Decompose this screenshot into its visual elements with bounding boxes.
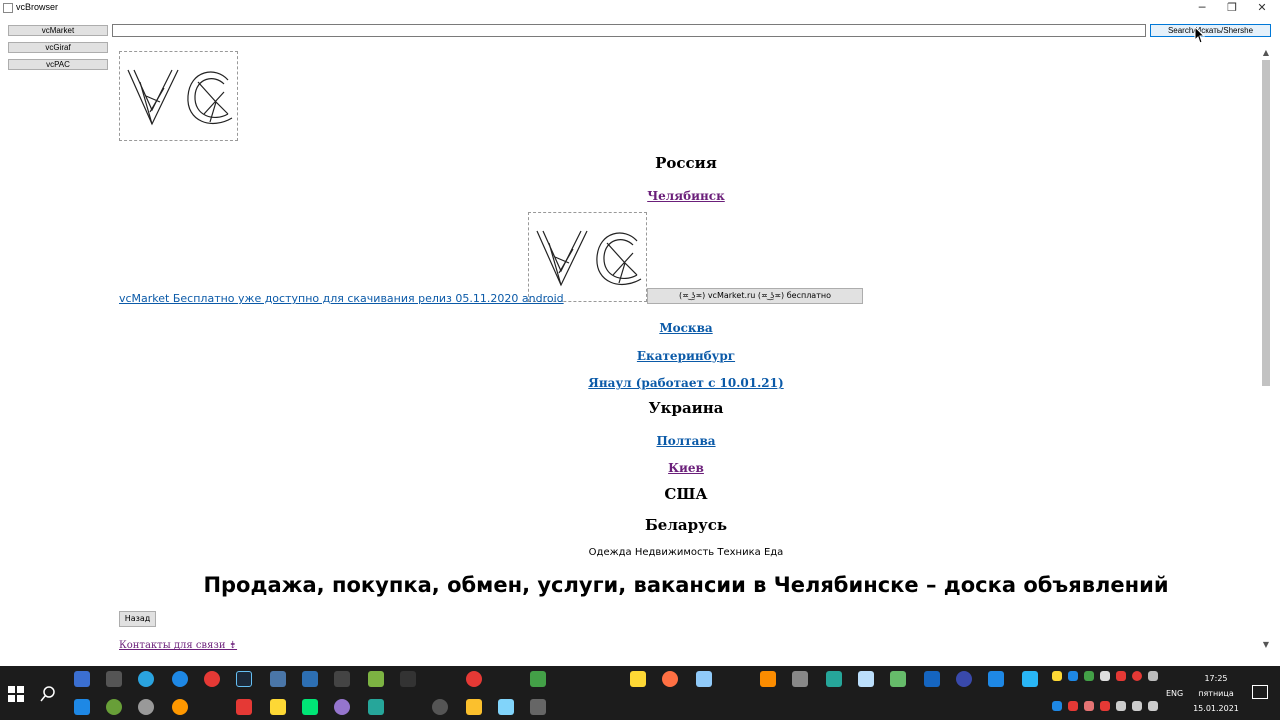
app-icon[interactable] xyxy=(858,671,874,687)
city-link-poltava[interactable]: Полтава xyxy=(656,434,715,448)
app-icon[interactable] xyxy=(988,671,1004,687)
app-icon[interactable] xyxy=(696,671,712,687)
folder-icon[interactable] xyxy=(466,699,482,715)
vk-icon[interactable] xyxy=(270,671,286,687)
close-icon[interactable]: ✕ xyxy=(1247,0,1277,16)
telegram-icon[interactable] xyxy=(138,671,154,687)
tray-icon[interactable] xyxy=(1116,701,1126,711)
back-button[interactable]: Назад xyxy=(119,611,156,627)
clock-time[interactable]: 17:25 xyxy=(1196,674,1236,683)
city-link-moscow[interactable]: Москва xyxy=(659,321,712,335)
app-icon[interactable] xyxy=(302,671,318,687)
app-icon[interactable] xyxy=(368,699,384,715)
vcpac-button[interactable]: vcPAC xyxy=(8,59,108,70)
search-icon[interactable] xyxy=(38,684,58,704)
page-content: Россия Челябинск vcMarket Бесплатно уже … xyxy=(113,46,1259,652)
app-icon[interactable] xyxy=(138,699,154,715)
tray-icon[interactable] xyxy=(1148,671,1158,681)
tray-icon[interactable] xyxy=(1132,671,1142,681)
vcgiraf-button[interactable]: vcGiraf xyxy=(8,42,108,53)
scroll-down-icon[interactable]: ▼ xyxy=(1261,640,1271,650)
app-icon[interactable] xyxy=(530,671,546,687)
tray-icon[interactable] xyxy=(1084,701,1094,711)
app-icon[interactable] xyxy=(662,671,678,687)
country-belarus: Беларусь xyxy=(644,516,728,534)
vc-logo-secondary-icon xyxy=(536,230,642,287)
tray-icon[interactable] xyxy=(1100,671,1110,681)
chrome-icon[interactable] xyxy=(204,671,220,687)
mouse-cursor-icon xyxy=(1194,26,1206,44)
app-icon[interactable] xyxy=(74,699,90,715)
app-icon[interactable] xyxy=(106,699,122,715)
taskbar: ENG 17:25 пятница 15.01.2021 xyxy=(0,666,1280,720)
country-ukraine: Украина xyxy=(648,399,724,417)
vc-logo-secondary[interactable] xyxy=(528,212,647,302)
contacts-link[interactable]: Контакты для связи ⇟ xyxy=(119,640,237,651)
app-icon[interactable] xyxy=(890,671,906,687)
tray-icon[interactable] xyxy=(1100,701,1110,711)
app-icon[interactable] xyxy=(302,699,318,715)
save-app-icon[interactable] xyxy=(74,671,90,687)
country-russia: Россия xyxy=(655,154,717,172)
app-icon xyxy=(3,3,13,13)
network-icon[interactable] xyxy=(1148,701,1158,711)
volume-icon[interactable] xyxy=(1132,701,1142,711)
country-usa: США xyxy=(664,485,708,503)
app-icon[interactable] xyxy=(236,699,252,715)
tray-icon[interactable] xyxy=(1052,671,1062,681)
tray-icon[interactable] xyxy=(1084,671,1094,681)
city-link-ekaterinburg[interactable]: Екатеринбург xyxy=(637,349,735,363)
address-input[interactable] xyxy=(112,24,1146,37)
title-bar: vcBrowser ─ ❐ ✕ xyxy=(0,0,1280,16)
scroll-thumb[interactable] xyxy=(1262,60,1270,386)
window-title: vcBrowser xyxy=(16,2,59,12)
page-headline: Продажа, покупка, обмен, услуги, ваканси… xyxy=(203,573,1169,597)
vcmarket-button[interactable]: vcMarket xyxy=(8,25,108,36)
vcmarket-site-button[interactable]: (≖ ͜ʖ≖) vcMarket.ru (≖ ͜ʖ≖) бесплатно xyxy=(647,288,863,304)
app-icon[interactable] xyxy=(270,699,286,715)
tray-icon[interactable] xyxy=(1052,701,1062,711)
edge-icon[interactable] xyxy=(172,671,188,687)
restore-icon[interactable]: ❐ xyxy=(1217,0,1247,16)
app-icon[interactable] xyxy=(760,671,776,687)
app-icon[interactable] xyxy=(792,671,808,687)
city-link-yanaul[interactable]: Янаул (работает с 10.01.21) xyxy=(588,376,783,390)
release-link[interactable]: vcMarket Бесплатно уже доступно для скач… xyxy=(119,292,564,305)
app-icon[interactable] xyxy=(334,699,350,715)
app-icon[interactable] xyxy=(826,671,842,687)
minimize-icon[interactable]: ─ xyxy=(1187,0,1217,16)
city-link-chelyabinsk[interactable]: Челябинск xyxy=(647,189,725,203)
app-icon[interactable] xyxy=(1022,671,1038,687)
record-icon[interactable] xyxy=(466,671,482,687)
clock-day[interactable]: пятница xyxy=(1196,689,1236,698)
search-button[interactable]: Search/Искать/Shershe xyxy=(1150,24,1271,37)
vc-logo-icon xyxy=(127,69,233,126)
app-icon[interactable] xyxy=(924,671,940,687)
tray-icon[interactable] xyxy=(1068,701,1078,711)
app-icon[interactable] xyxy=(368,671,384,687)
notification-icon[interactable] xyxy=(1252,685,1268,699)
app-icon[interactable] xyxy=(432,699,448,715)
app-icon[interactable] xyxy=(630,671,646,687)
vertical-scrollbar[interactable]: ▲ ▼ xyxy=(1259,46,1273,652)
city-link-kiev[interactable]: Киев xyxy=(668,461,704,475)
tray-icon[interactable] xyxy=(1116,671,1126,681)
windows-start-icon[interactable] xyxy=(6,684,26,704)
app-icon[interactable] xyxy=(172,699,188,715)
clock-date[interactable]: 15.01.2021 xyxy=(1192,704,1240,713)
unity-icon[interactable] xyxy=(400,671,416,687)
scroll-up-icon[interactable]: ▲ xyxy=(1261,48,1271,58)
app-icon[interactable] xyxy=(956,671,972,687)
app-icon[interactable] xyxy=(106,671,122,687)
app-icon[interactable] xyxy=(334,671,350,687)
tray-icon[interactable] xyxy=(1068,671,1078,681)
category-list[interactable]: Одежда Недвижимость Техника Еда xyxy=(113,547,1259,558)
language-indicator[interactable]: ENG xyxy=(1166,689,1183,698)
vcbrowser-taskbar-icon[interactable] xyxy=(530,699,546,715)
app-icon[interactable] xyxy=(498,699,514,715)
steam-icon[interactable] xyxy=(236,671,252,687)
vc-logo[interactable] xyxy=(119,51,238,141)
